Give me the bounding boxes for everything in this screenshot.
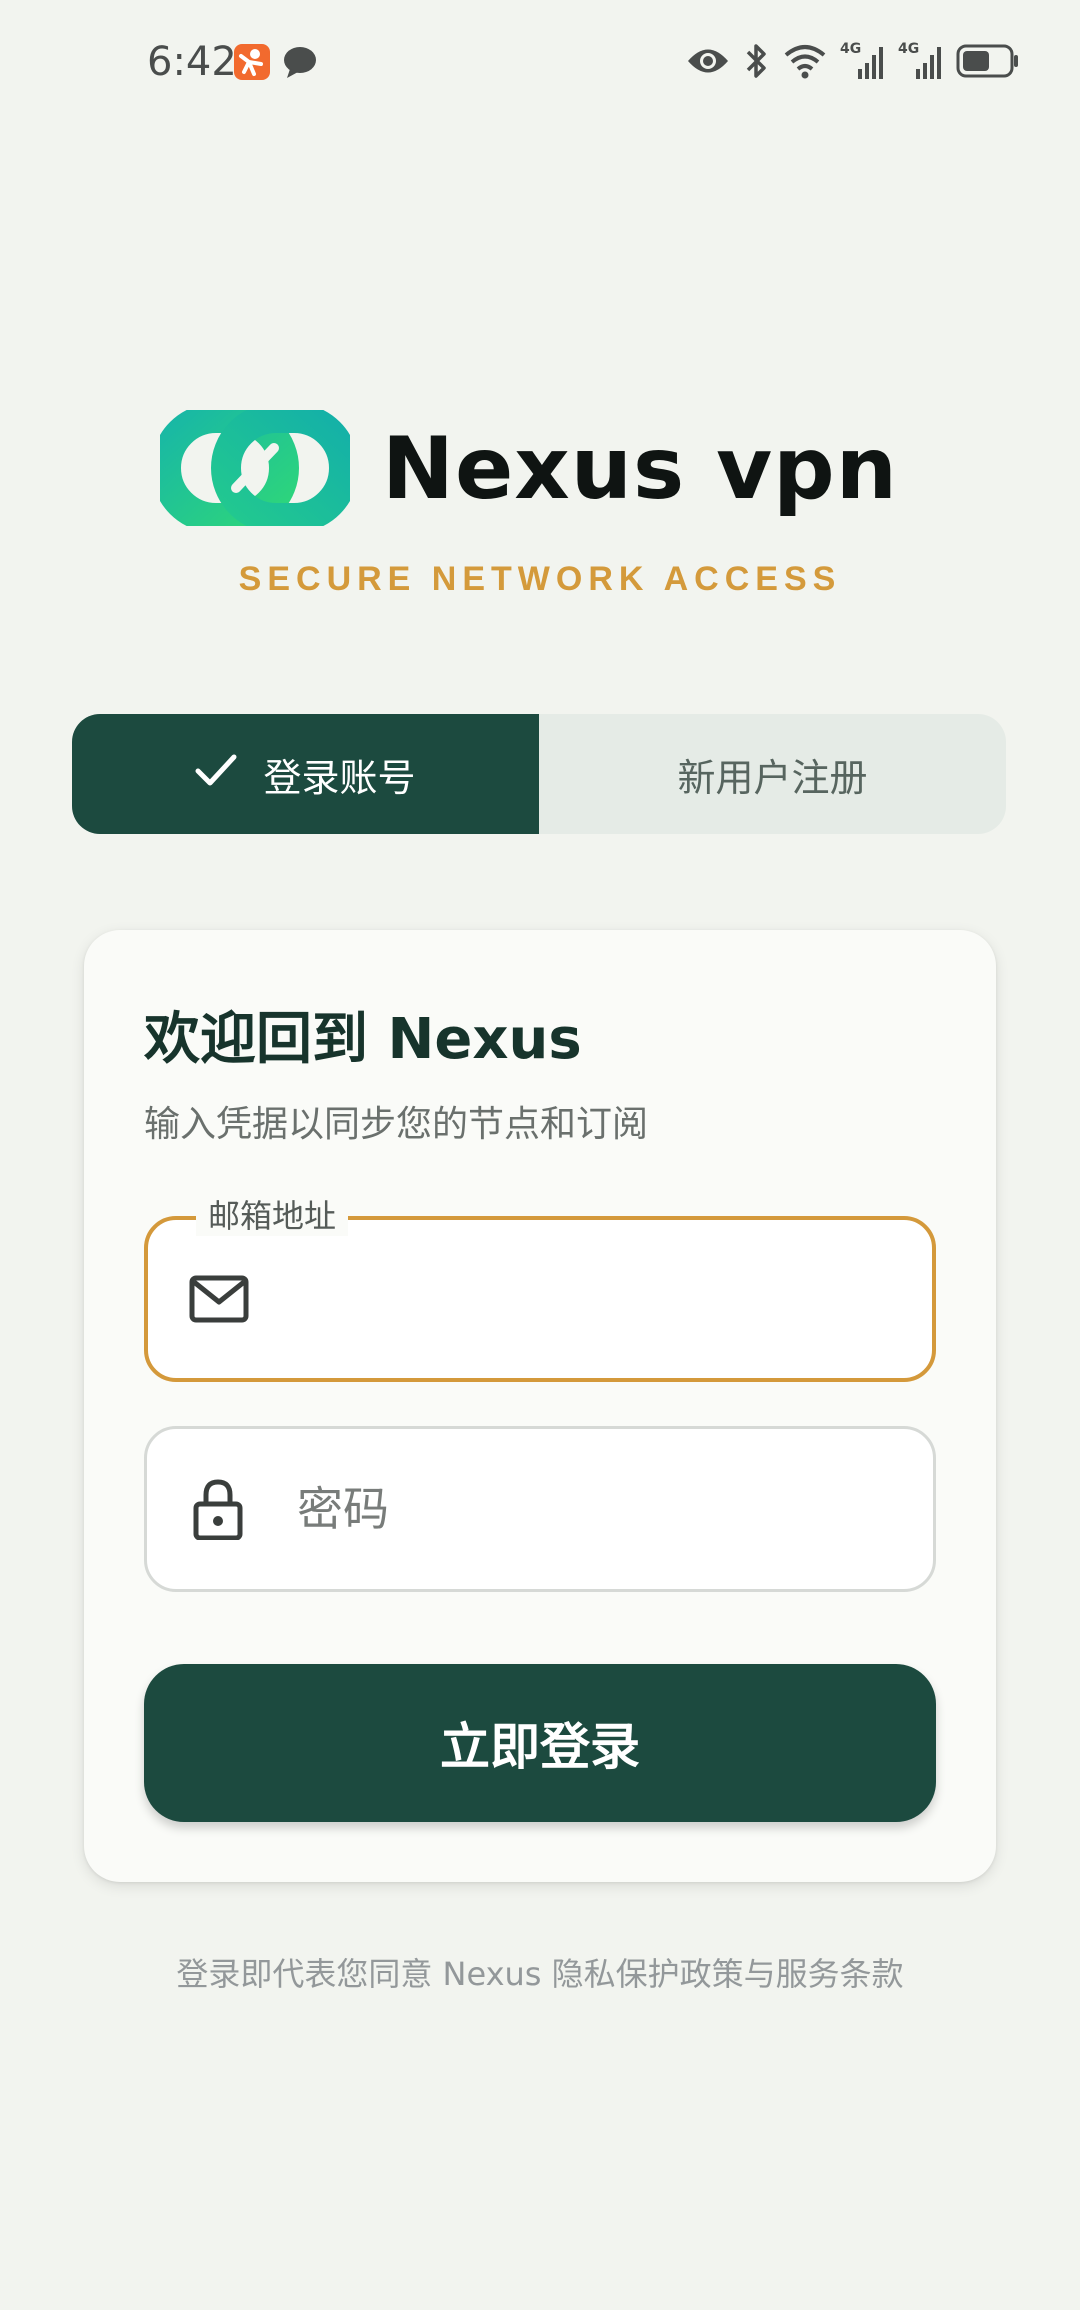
tab-login[interactable]: 登录账号 xyxy=(72,714,539,834)
battery-icon xyxy=(956,44,1020,78)
password-input[interactable] xyxy=(297,1459,897,1559)
password-field[interactable] xyxy=(144,1426,936,1592)
wifi-icon xyxy=(784,43,826,79)
auth-tabs: 登录账号 新用户注册 xyxy=(72,714,1006,834)
terms-notice: 登录即代表您同意 Nexus 隐私保护政策与服务条款 xyxy=(176,1955,904,1993)
lock-icon xyxy=(187,1478,249,1540)
chain-link-icon xyxy=(160,410,350,526)
message-bubble-icon xyxy=(282,44,318,80)
brand-name: Nexus vpn xyxy=(382,419,898,519)
login-card: 欢迎回到 Nexus 输入凭据以同步您的节点和订阅 邮箱地址 立即登录 xyxy=(84,930,996,1882)
eye-icon xyxy=(686,46,730,76)
mail-icon xyxy=(188,1268,250,1330)
bluetooth-icon xyxy=(744,41,770,81)
email-field[interactable]: 邮箱地址 xyxy=(144,1196,936,1382)
card-subtitle: 输入凭据以同步您的节点和订阅 xyxy=(144,1104,649,1145)
signal-4g-icon: 4G xyxy=(840,41,884,81)
status-icons: 4G 4G xyxy=(686,38,1020,84)
email-field-label: 邮箱地址 xyxy=(196,1196,349,1236)
tab-login-label: 登录账号 xyxy=(263,755,416,800)
brand-tagline: SECURE NETWORK ACCESS xyxy=(238,560,842,598)
app-notification-icon xyxy=(234,44,270,80)
status-bar: 6:42 4G 4G xyxy=(0,0,1080,120)
status-time: 6:42 xyxy=(147,39,237,85)
email-input[interactable] xyxy=(298,1250,898,1350)
tab-register[interactable]: 新用户注册 xyxy=(539,714,1006,834)
card-title: 欢迎回到 Nexus xyxy=(144,1007,582,1072)
brand-logo: Nexus vpn xyxy=(160,410,920,530)
check-icon xyxy=(195,752,237,796)
tab-register-label: 新用户注册 xyxy=(677,755,868,800)
signal-4g-icon: 4G xyxy=(898,41,942,81)
login-submit-button[interactable]: 立即登录 xyxy=(144,1664,936,1822)
